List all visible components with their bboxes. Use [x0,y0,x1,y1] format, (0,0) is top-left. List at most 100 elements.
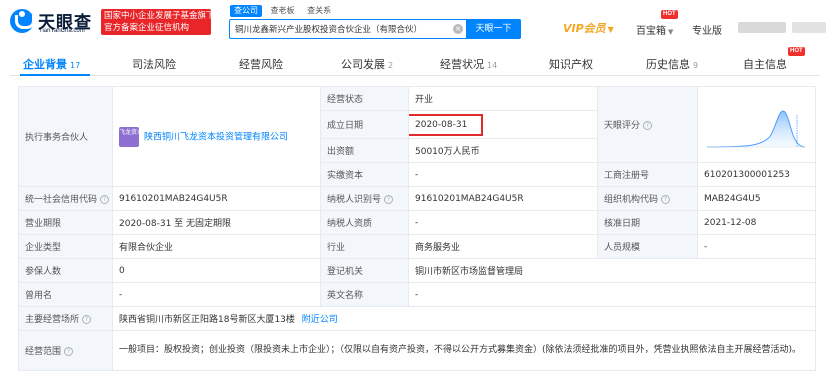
vip-member-menu[interactable]: VIP会员 ▼ [563,20,614,36]
gov-badge-line2: 官方备案企业征信机构 [104,23,190,33]
former-name-value: - [112,282,321,307]
reg-no-label: 工商注册号 [597,162,698,187]
tab-intellectual-property[interactable]: 知识产权 [549,56,593,72]
scope-value: 一般项目：股权投资；创业投资（限投资未上市企业）；（仅限以自有资产投资，不得以公… [112,330,816,371]
caret-down-icon: ▼ [668,28,674,36]
score-distribution-chart [706,110,806,148]
term-value: 2020-08-31 至 无固定期限 [112,210,321,235]
search-tab-boss[interactable]: 查老板 [267,5,299,17]
logo-domain: TianYanCha.com [39,28,85,34]
search-tab-company[interactable]: 查公司 [230,5,262,17]
date-cell: 2020-08-31 [408,110,598,139]
tab-company-development[interactable]: 公司发展 2 [341,56,393,72]
address-label: 主要经营场所? [18,306,113,331]
status-value: 开业 [408,86,598,111]
staff-size-label: 人员规模 [597,234,698,259]
pro-version-link[interactable]: 专业版 [692,22,722,37]
help-icon[interactable]: ? [82,315,92,324]
tax-qualification-label: 纳税人资质 [320,210,409,235]
nearby-companies-link[interactable]: 附近公司 [302,315,338,325]
score-label: 天眼评分? [597,86,698,163]
score-cell: 评分 95 [697,86,816,163]
staff-size-value: - [697,234,816,259]
english-name-value: - [408,282,816,307]
tab-count: 14 [487,61,498,70]
module-tabs: 企业背景 17 司法风险 经营风险 公司发展 2 经营状况 14 知识产权 历史信息 9… [10,47,820,76]
tax-qualification-value: - [408,210,598,235]
industry-value: 商务服务业 [408,234,598,259]
tab-enterprise-background[interactable]: 企业背景 17 [23,56,80,72]
search-type-tabs: 查公司 查老板 查关系 [230,5,337,17]
tab-self-info[interactable]: 自主信息 [743,56,787,72]
tab-label: 公司发展 [341,58,385,71]
taxpayer-id-label: 纳税人识别号? [320,186,409,211]
gov-badge: 国家中小企业发展子基金旗下 官方备案企业征信机构 [101,9,211,35]
user-name-blurred[interactable] [738,22,786,33]
help-icon[interactable]: ? [64,347,74,356]
tab-label: 经营风险 [239,58,283,71]
vip-label: VIP会员 [563,22,606,35]
partner-name-link[interactable]: 陕西铜川飞龙资本投资管理有限公司 [144,132,288,142]
address-value: 陕西省铜川市新区正阳路18号新区大厦13楼 [119,315,295,325]
tab-label: 司法风险 [132,58,176,71]
tab-label: 历史信息 [646,58,690,71]
hot-badge: HOT [788,47,805,56]
partner-label: 执行事务合伙人 [18,86,113,187]
company-type-label: 企业类型 [18,234,113,259]
tab-count: 9 [693,61,699,70]
tab-operating-risk[interactable]: 经营风险 [239,56,283,72]
help-icon[interactable]: ? [100,195,110,204]
status-label: 经营状态 [320,86,409,111]
tab-count: 17 [70,61,81,70]
eye-logo-icon [10,9,35,33]
org-code-value: MAB24G4U5 [697,186,816,211]
english-name-label: 英文名称 [320,282,409,307]
term-label: 营业期限 [18,210,113,235]
help-icon[interactable]: ? [384,195,394,204]
hot-badge: HOT [661,10,678,19]
date-value-highlighted: 2020-08-31 [409,113,484,136]
date-label: 成立日期 [320,110,409,139]
help-icon[interactable]: ? [643,121,653,130]
insured-label: 参保人数 [18,258,113,283]
address-cell: 陕西省铜川市新区正阳路18号新区大厦13楼 附近公司 [112,306,816,331]
tab-label: 知识产权 [549,58,593,71]
approve-date-value: 2021-12-08 [697,210,816,235]
clear-search-icon[interactable]: ✕ [453,24,463,34]
partner-cell: 飞龙资本陕西铜川飞龙资本投资管理有限公司 [112,86,321,187]
former-name-label: 曾用名 [18,282,113,307]
user-menu-blurred[interactable] [792,22,826,33]
toolbox-label: 百宝箱 [636,26,666,37]
tab-label: 企业背景 [23,58,67,71]
taxpayer-id-value: 91610201MAB24G4U5R [408,186,598,211]
paid-capital-label: 实缴资本 [320,162,409,187]
tab-operating-status[interactable]: 经营状况 14 [440,56,497,72]
capital-value: 50010万人民币 [408,138,598,163]
search-button[interactable]: 天眼一下 [466,19,521,39]
search-input[interactable] [230,20,455,38]
company-type-value: 有限合伙企业 [112,234,321,259]
tab-judicial-risk[interactable]: 司法风险 [132,56,176,72]
tab-count: 2 [388,61,394,70]
org-code-label: 组织机构代码? [597,186,698,211]
capital-label: 出资额 [320,138,409,163]
help-icon[interactable]: ? [661,195,671,204]
credit-code-value: 91610201MAB24G4U5R [112,186,321,211]
gov-badge-line1: 国家中小企业发展子基金旗下 [104,11,211,21]
search-tab-relation[interactable]: 查关系 [303,5,335,17]
authority-value: 铜川市新区市场监督管理局 [408,258,816,283]
credit-code-label: 统一社会信用代码? [18,186,113,211]
tab-label: 经营状况 [440,58,484,71]
tab-label: 自主信息 [743,58,787,71]
partner-logo: 飞龙资本 [119,126,143,147]
tab-history-info[interactable]: 历史信息 9 [646,56,698,72]
search-box: ✕ 天眼一下 [229,19,521,39]
scope-label: 经营范围? [18,330,113,371]
active-tab-underline [20,74,90,76]
reg-no-value: 610201300001253 [697,162,816,187]
business-info-table: 执行事务合伙人 飞龙资本陕西铜川飞龙资本投资管理有限公司 经营状态 开业 天眼评… [18,86,816,371]
toolbox-menu[interactable]: 百宝箱 ▼ [636,22,673,37]
caret-down-icon: ▼ [607,25,614,34]
tianyancha-logo[interactable]: 天眼查 TianYanCha.com [10,8,96,36]
approve-date-label: 核准日期 [597,210,698,235]
